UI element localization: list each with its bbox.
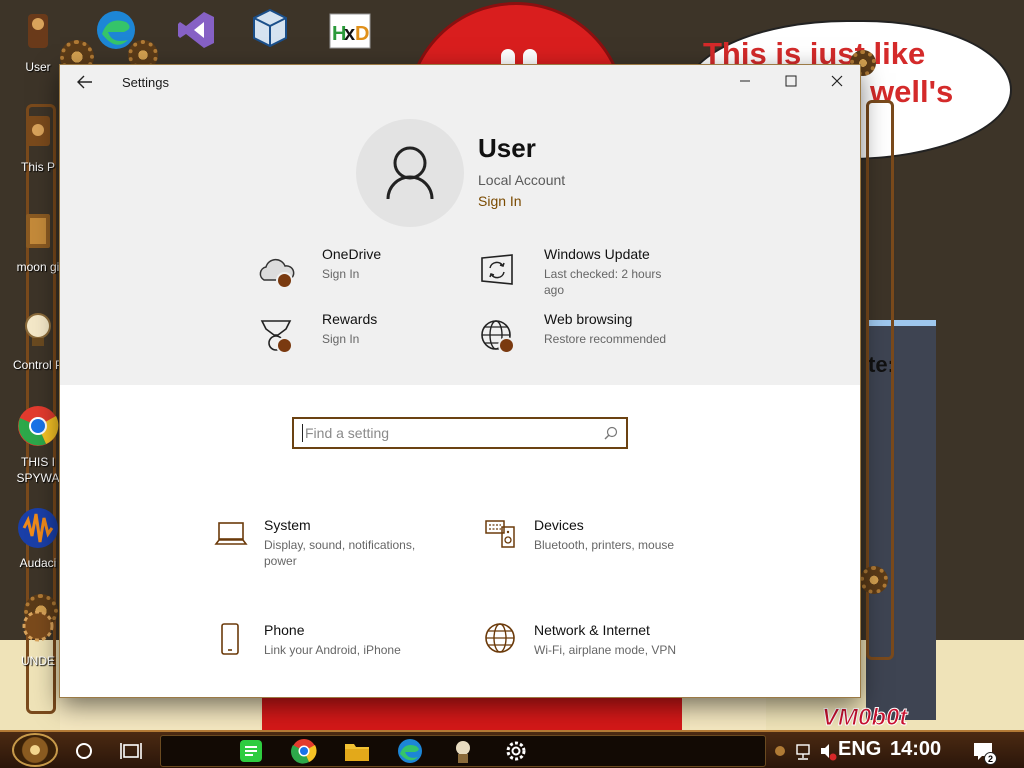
network-icon[interactable] xyxy=(794,736,816,766)
edge-icon[interactable] xyxy=(395,736,425,766)
laptop-icon xyxy=(214,522,248,545)
minimize-icon xyxy=(740,80,750,82)
search-box[interactable] xyxy=(292,417,628,449)
account-sign-in-link[interactable]: Sign In xyxy=(478,193,522,209)
minimize-button[interactable] xyxy=(722,65,768,97)
chrome-icon xyxy=(18,406,59,446)
steampunk-figure-icon xyxy=(28,14,48,48)
user-icon xyxy=(386,146,434,200)
hxd-icon: Hx D xyxy=(329,13,371,49)
arrow-left-icon[interactable] xyxy=(74,71,96,93)
volume-muted-icon[interactable] xyxy=(818,736,838,766)
notification-count-badge: 2 xyxy=(984,752,997,765)
category-devices[interactable]: Devices Bluetooth, printers, mouse xyxy=(484,517,724,577)
steampunk-book-icon xyxy=(26,214,50,248)
chrome-icon[interactable] xyxy=(289,736,319,766)
cortana-circle-icon[interactable] xyxy=(72,736,96,766)
status-dot xyxy=(276,272,293,289)
svg-text:D: D xyxy=(355,23,369,45)
status-dot xyxy=(276,337,293,354)
search-input[interactable] xyxy=(302,424,592,442)
account-header: User Local Account Sign In OneDrive Sign… xyxy=(60,99,860,385)
taskbar: ENG 14:00 2 xyxy=(0,730,1024,768)
phone-icon xyxy=(221,623,239,655)
gear-icon xyxy=(860,566,888,594)
category-network[interactable]: Network & Internet Wi-Fi, airplane mode,… xyxy=(484,622,724,682)
quick-tile-onedrive[interactable]: OneDrive Sign In xyxy=(256,246,466,306)
wallpaper-watermark: VM0b0t xyxy=(821,704,908,731)
close-icon xyxy=(831,75,843,87)
task-view-icon[interactable] xyxy=(118,736,144,766)
spotify-icon[interactable] xyxy=(236,736,266,766)
folder-icon[interactable] xyxy=(342,736,372,766)
steampunk-gear-icon xyxy=(22,610,54,642)
audacity-icon xyxy=(18,508,58,548)
clock[interactable]: 14:00 xyxy=(890,738,941,761)
settings-icon[interactable] xyxy=(501,736,531,766)
app-icon[interactable] xyxy=(448,736,478,766)
svg-text:x: x xyxy=(344,23,355,45)
steampunk-pc-icon xyxy=(26,116,50,146)
account-name: User xyxy=(478,133,536,163)
start-button[interactable] xyxy=(12,733,58,767)
search-icon[interactable] xyxy=(604,426,618,440)
lightbulb-icon xyxy=(25,313,51,346)
edge-icon xyxy=(97,11,135,49)
quick-tile-web-browsing[interactable]: Web browsing Restore recommended xyxy=(478,311,688,371)
maximize-button[interactable] xyxy=(768,65,814,97)
quick-tile-windows-update[interactable]: Windows Update Last checked: 2 hours ago xyxy=(478,246,688,306)
window-title: Settings xyxy=(122,75,169,90)
globe-icon xyxy=(485,623,515,653)
category-phone[interactable]: Phone Link your Android, iPhone xyxy=(214,622,454,682)
update-icon xyxy=(481,254,513,285)
avatar[interactable] xyxy=(356,119,464,227)
gear-icon xyxy=(775,746,785,756)
maximize-icon xyxy=(785,75,797,87)
virtualbox-icon xyxy=(253,8,287,48)
visual-studio-icon xyxy=(178,12,214,48)
title-bar: Settings xyxy=(60,65,860,99)
status-dot xyxy=(498,337,515,354)
account-type: Local Account xyxy=(478,172,566,188)
settings-window: Settings User Local Account Sign In OneD… xyxy=(60,65,860,697)
close-button[interactable] xyxy=(814,65,860,97)
keyboard-speaker-icon xyxy=(485,520,515,548)
language-indicator[interactable]: ENG xyxy=(838,738,881,761)
quick-tile-rewards[interactable]: Rewards Sign In xyxy=(256,311,466,371)
category-system[interactable]: System Display, sound, notifications, po… xyxy=(214,517,454,577)
